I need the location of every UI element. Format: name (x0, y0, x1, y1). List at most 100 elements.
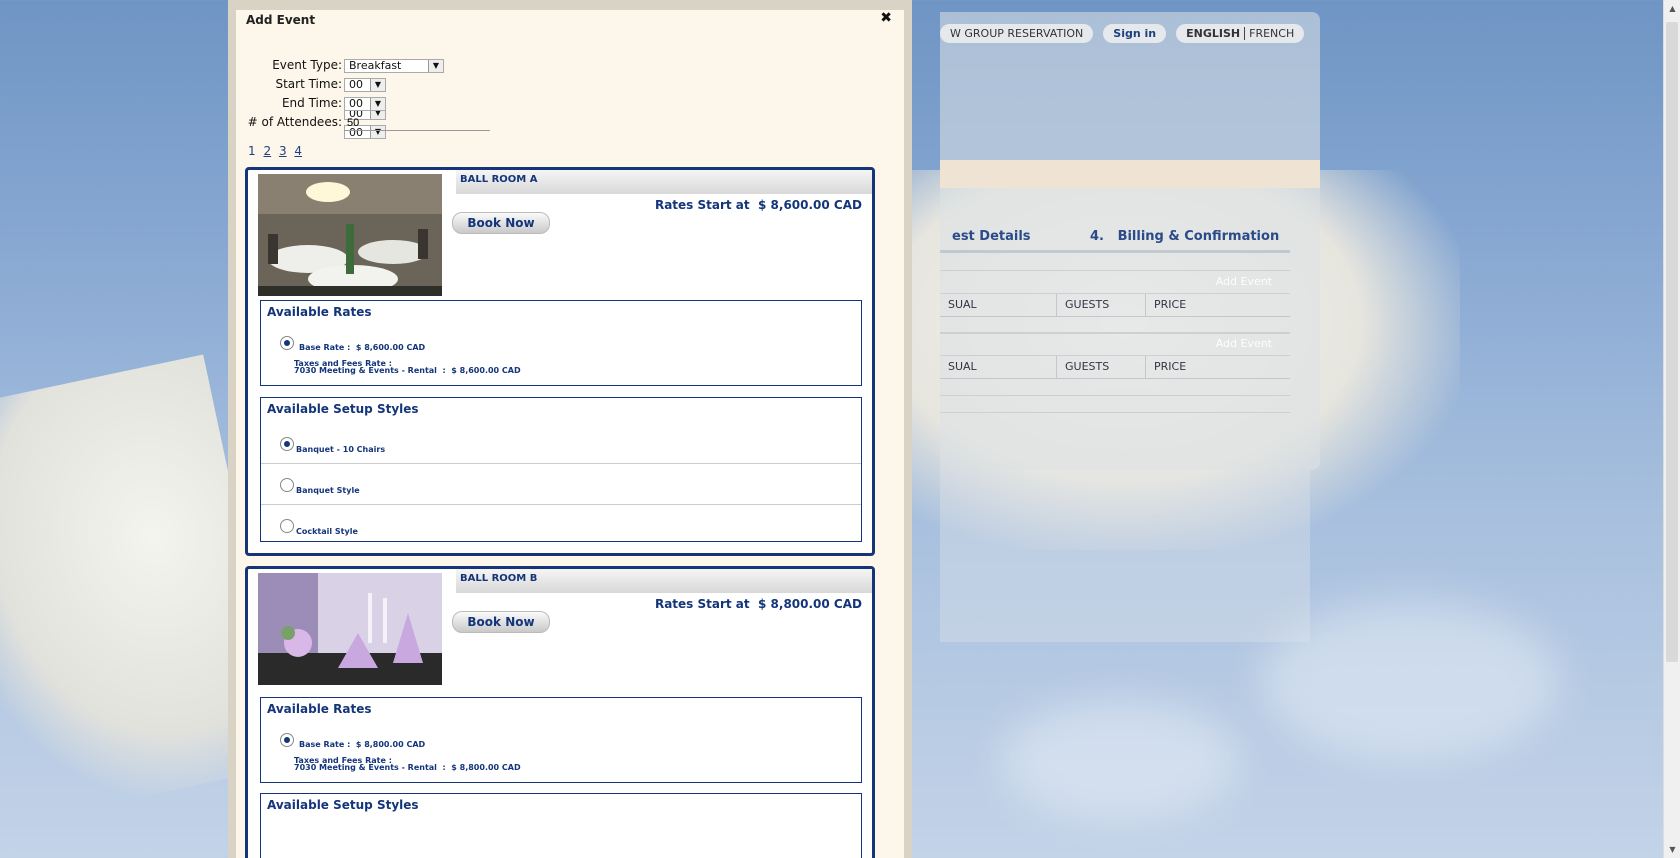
chevron-down-icon: ▼ (370, 97, 385, 110)
background-page: W GROUP RESERVATION Sign in ENGLISH FREN… (940, 12, 1320, 642)
start-time-label: Start Time: (275, 77, 342, 91)
start-hour-value: 00 (349, 78, 363, 91)
attendees-input[interactable] (344, 116, 490, 131)
available-rates-title: Available Rates (267, 305, 372, 319)
ballroom-b-photo (258, 573, 442, 685)
close-icon[interactable]: ✖ (880, 10, 892, 26)
add-event-link[interactable]: Add Event (1216, 337, 1272, 350)
step-guest-details: est Details (952, 229, 1031, 244)
background-lower-panel (940, 470, 1310, 642)
step-billing: 4. Billing & Confirmation (1090, 229, 1279, 244)
rates-start-value: $ 8,600.00 CAD (758, 198, 862, 212)
event-type-label: Event Type: (272, 58, 342, 72)
setup-label: Banquet Style (296, 486, 360, 495)
base-rate-label: Base Rate : (299, 343, 351, 352)
event-block: Add Event SUAL GUESTS PRICE (940, 270, 1290, 334)
base-rate-value: $ 8,800.00 CAD (355, 740, 426, 749)
event-columns: SUAL GUESTS PRICE (940, 294, 1290, 317)
end-hour-select[interactable]: 00 ▼ (344, 96, 386, 111)
column-header: SUAL (940, 294, 1057, 316)
setup-styles-title: Available Setup Styles (267, 402, 419, 416)
room-name: BALL ROOM A (456, 170, 872, 194)
rates-start: Rates Start at $ 8,600.00 CAD (655, 198, 862, 212)
step-number: 4. (1090, 229, 1104, 244)
setup-option[interactable]: Banquet Style (261, 464, 861, 505)
attendees-label: # of Attendees: (247, 115, 342, 129)
rates-start-value: $ 8,800.00 CAD (758, 597, 862, 611)
setup-label: Cocktail Style (296, 527, 358, 536)
add-event-link[interactable]: Add Event (1216, 275, 1272, 288)
scroll-up-icon[interactable]: ▲ (1664, 0, 1680, 17)
setup-radio[interactable] (280, 478, 294, 492)
event-block-header: Add Event (940, 332, 1290, 356)
pagination: 1 2 3 4 (248, 144, 306, 158)
steps-divider (940, 250, 1290, 253)
column-header: SUAL (940, 356, 1057, 378)
event-type-value: Breakfast (349, 59, 402, 72)
book-now-button[interactable]: Book Now (452, 212, 550, 234)
column-header: PRICE (1154, 360, 1187, 373)
event-row (940, 379, 1290, 396)
room-card: BALL ROOM B Book Now Rates Start at $ 8,… (245, 566, 875, 858)
setup-label: Banquet - 10 Chairs (296, 445, 386, 454)
event-columns: SUAL GUESTS PRICE (940, 356, 1290, 379)
base-rate-radio[interactable] (280, 336, 294, 350)
language-switcher: ENGLISH FRENCH (1176, 24, 1305, 43)
room-card: BALL ROOM A Book Now Rates Start at $ 8,… (245, 167, 875, 556)
group-reservation-link[interactable]: W GROUP RESERVATION (940, 24, 1094, 43)
page-4-link[interactable]: 4 (294, 144, 302, 158)
lang-english-link[interactable]: ENGLISH (1186, 27, 1246, 40)
base-rate: Base Rate : $ 8,800.00 CAD (299, 740, 425, 749)
rates-start-label: Rates Start at (654, 597, 750, 611)
chevron-down-icon: ▼ (428, 59, 443, 72)
tax-line-label: 7030 Meeting & Events - Rental (294, 366, 437, 375)
column-header: PRICE (1154, 298, 1187, 311)
event-type-select[interactable]: Breakfast ▼ (344, 58, 444, 73)
base-rate-label: Base Rate : (299, 740, 351, 749)
rates-start: Rates Start at $ 8,800.00 CAD (655, 597, 862, 611)
page-1: 1 (248, 144, 256, 158)
ballroom-a-photo (258, 174, 442, 296)
available-rates-box: Available Rates Base Rate : $ 8,800.00 C… (260, 697, 862, 783)
chevron-down-icon: ▼ (370, 78, 385, 91)
base-rate-value: $ 8,600.00 CAD (355, 343, 426, 352)
setup-radio[interactable] (280, 519, 294, 533)
tax-line-separator: : (442, 366, 446, 375)
cloud-decoration (1000, 700, 1240, 820)
base-rate: Base Rate : $ 8,600.00 CAD (299, 343, 425, 352)
tax-line-value: $ 8,800.00 CAD (451, 763, 521, 772)
page-scrollbar[interactable]: ▲ ▼ (1663, 0, 1680, 858)
sign-in-link[interactable]: Sign in (1103, 24, 1167, 43)
step-label: Billing & Confirmation (1117, 229, 1280, 244)
event-row (940, 396, 1290, 413)
column-header: GUESTS (1057, 356, 1146, 378)
scrollbar-thumb[interactable] (1666, 22, 1678, 662)
modal-content: Add Event ✖ Event Type: Breakfast ▼ Star… (236, 10, 904, 858)
book-now-button[interactable]: Book Now (452, 611, 550, 633)
base-rate-radio[interactable] (280, 733, 294, 747)
end-hour-value: 00 (349, 97, 363, 110)
column-header: GUESTS (1057, 294, 1146, 316)
top-nav: W GROUP RESERVATION Sign in ENGLISH FREN… (940, 24, 1305, 43)
tax-line-separator: : (442, 763, 446, 772)
setup-styles-box: Available Setup Styles (260, 793, 862, 858)
modal-title: Add Event (246, 13, 316, 27)
setup-option[interactable]: Cocktail Style (261, 505, 861, 545)
available-rates-box: Available Rates Base Rate : $ 8,600.00 C… (260, 300, 862, 386)
tax-line-label: 7030 Meeting & Events - Rental (294, 763, 437, 772)
scroll-down-icon[interactable]: ▼ (1664, 841, 1680, 858)
setup-styles-box: Available Setup Styles Banquet - 10 Chai… (260, 397, 862, 542)
event-block-header: Add Event (940, 270, 1290, 294)
setup-radio[interactable] (280, 437, 294, 451)
start-hour-select[interactable]: 00 ▼ (344, 77, 386, 92)
page-2-link[interactable]: 2 (263, 144, 271, 158)
event-block: Add Event SUAL GUESTS PRICE (940, 332, 1290, 413)
page-3-link[interactable]: 3 (279, 144, 287, 158)
setup-option[interactable]: Banquet - 10 Chairs (261, 420, 861, 464)
tax-line-value: $ 8,600.00 CAD (451, 366, 521, 375)
setup-styles-title: Available Setup Styles (267, 798, 419, 812)
room-name: BALL ROOM B (456, 569, 872, 593)
tax-line: 7030 Meeting & Events - Rental : $ 8,800… (294, 763, 521, 772)
end-time-label: End Time: (281, 96, 342, 110)
lang-french-link[interactable]: FRENCH (1249, 27, 1294, 40)
